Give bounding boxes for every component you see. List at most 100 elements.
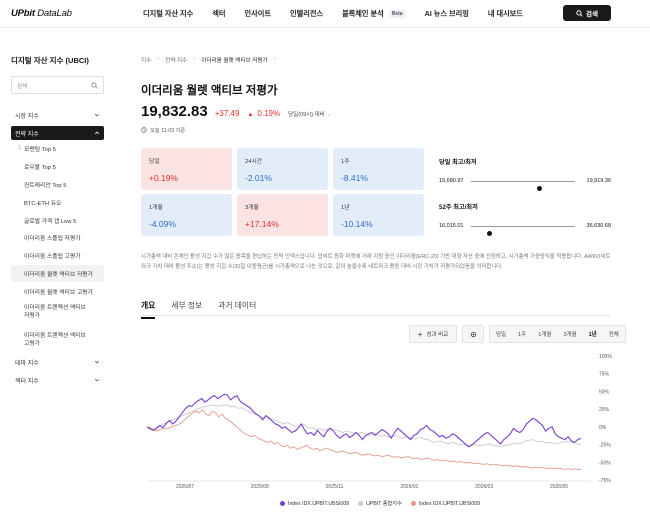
sidebar-item-eth-wallet-low[interactable]: 이더리움 월렛 액티브 저평가: [11, 264, 104, 283]
legend-swatch: [410, 501, 416, 506]
x-tick-label: 2026/05: [550, 484, 568, 490]
period-all[interactable]: 전체: [603, 326, 625, 342]
tab-history[interactable]: 과거 데이터: [218, 300, 256, 319]
y-tick-label: 25%: [599, 407, 610, 413]
year-low: 16,015.01: [439, 223, 464, 229]
period-day[interactable]: 당일: [490, 326, 512, 342]
return-card-day: 당일 +0.19%: [141, 148, 232, 190]
price-row: 19,832.83 +37.49 ▲ 0.19% 당일(09시) 대비 ⌄: [141, 103, 331, 120]
series-line-3[interactable]: [146, 409, 581, 470]
period-selector: 당일 1주 1개월 3개월 1년 전체: [489, 325, 626, 343]
series-line-1[interactable]: [146, 393, 582, 448]
basis-dropdown[interactable]: 당일(09시) 대비 ⌄: [288, 110, 331, 118]
chevron-up-icon: [94, 131, 100, 135]
nav-item-insight[interactable]: 인사이트: [245, 9, 271, 19]
top-header: UPbit DataLab 디지털 자산 지수 섹터 인사이트 인텔리전스 블록…: [0, 0, 650, 28]
y-tick-label: 50%: [599, 389, 610, 395]
nav-item-index[interactable]: 디지털 자산 지수: [143, 9, 193, 19]
index-price: 19,832.83: [141, 103, 208, 120]
tab-overview[interactable]: 개요: [141, 300, 156, 319]
sidebar-item-eth-slip-high[interactable]: 이더리움 스플립 고평가: [11, 247, 104, 265]
brand-logo[interactable]: UPbit DataLab: [11, 8, 72, 19]
return-card-1y: 1년 -10.14%: [333, 194, 424, 236]
legend-item[interactable]: Index IDX.UPBIT.UBSI009: [410, 500, 480, 507]
x-tick-label: 2025/09: [251, 484, 269, 490]
performance-chart: 100% 75% 50% 25% 0% -25% -50% -75% 2025/07 2025/0…: [146, 354, 612, 490]
nav-item-blockchain[interactable]: 블록체인 분석 Beta: [342, 9, 406, 19]
legend-item[interactable]: Index IDX.UPBIT.UBSI008: [280, 500, 349, 507]
corner-icon: └: [17, 145, 22, 152]
period-1m[interactable]: 1개월: [532, 326, 557, 342]
period-1y[interactable]: 1년: [583, 326, 603, 342]
chart-toolbar: + 성과 비교 당일 1주 1개월 3개월 1년 전체: [409, 325, 626, 343]
nav-item-ai-news[interactable]: AI 뉴스 브리핑: [425, 9, 469, 19]
sidebar-item-lowvol[interactable]: 로우볼 Top 5: [11, 158, 104, 176]
clock-icon: [141, 127, 147, 133]
sidebar-item-momentum[interactable]: └ 모멘텀 Top 5: [11, 140, 104, 158]
legend-item[interactable]: UPBIT 종합지수: [358, 500, 402, 507]
compare-button[interactable]: + 성과 비교: [409, 325, 457, 343]
index-description: 시가총액 대비 온체인 활성 지갑 수가 많은 종목을 편입하는 전략 인덱스입…: [141, 254, 611, 270]
day-high: 19,919.36: [586, 178, 611, 184]
nav-item-intelligence[interactable]: 인텔리전스: [290, 9, 323, 19]
tab-details[interactable]: 세부 정보: [171, 300, 202, 319]
chevron-right-icon: ›: [273, 56, 276, 62]
return-card-3m: 3개월 +17.14%: [237, 194, 328, 236]
chevron-down-icon: [94, 360, 100, 364]
breadcrumb-item[interactable]: 지수: [141, 56, 151, 64]
y-tick-label: 75%: [599, 372, 610, 378]
sidebar-item-eth-tx-high[interactable]: 이더리움 트랜잭션 액티브 고평가: [11, 328, 91, 352]
sidebar-section-sector[interactable]: 섹터 지수: [11, 373, 104, 387]
period-3m[interactable]: 3개월: [557, 326, 582, 342]
return-card-24h: 24시간 -2.01%: [237, 148, 328, 190]
day-range-track: [471, 181, 575, 191]
sidebar-section-market[interactable]: 시장 지수: [11, 108, 104, 122]
breadcrumb-item[interactable]: 전략 지수: [165, 56, 187, 64]
plus-icon: +: [417, 329, 423, 339]
return-card-1m: 1개월 -4.09%: [141, 194, 232, 236]
nav-item-sector[interactable]: 섹터: [212, 9, 225, 19]
legend-swatch: [358, 501, 364, 506]
y-tick-label: -25%: [599, 443, 611, 449]
return-card-1w: 1주 -8.41%: [333, 148, 424, 190]
search-button[interactable]: 검색: [563, 5, 611, 21]
up-arrow-icon: ▲: [247, 112, 254, 118]
x-tick-label: 2025/11: [326, 484, 344, 490]
beta-badge: Beta: [388, 10, 406, 18]
chart-legend: Index IDX.UPBIT.UBSI008 UPBIT 종합지수 Index…: [280, 500, 480, 507]
tabs-divider: [141, 315, 611, 316]
y-tick-label: 100%: [599, 354, 612, 360]
sidebar-item-eth-slip-low[interactable]: 이더리움 스플립 저평가: [11, 229, 104, 247]
sidebar-item-eth-wallet-high[interactable]: 이더리움 월렛 액티브 고평가: [11, 282, 104, 300]
x-tick-label: 2025/07: [176, 484, 194, 490]
breadcrumb: 지수 › 전략 지수 › 이더리움 월렛 액티브 저평가 ›: [141, 56, 275, 64]
main-nav: 디지털 자산 지수 섹터 인사이트 인텔리전스 블록체인 분석 Beta AI 뉴…: [143, 9, 542, 19]
year-range-track: [471, 226, 575, 236]
sidebar-item-contrarian[interactable]: 컨트래리안 Top 5: [11, 176, 104, 194]
y-tick-label: 0%: [599, 425, 607, 431]
year-range: 52주 최고/최저 16,015.01 36,630.68: [439, 202, 611, 236]
price-change: +37.49: [214, 109, 240, 118]
sidebar: 디지털 자산 지수 (UBCI) 검색 시장 지수 전략 지수 └ 모멘텀 Top…: [11, 55, 104, 387]
gear-icon: [470, 331, 476, 337]
x-tick-label: 2026/01: [400, 484, 418, 490]
sidebar-item-eth-tx-low[interactable]: 이더리움 트랜잭션 액티브 저평가: [11, 300, 91, 324]
sidebar-item-price-gap[interactable]: 글로벌 가격 갭 Low 5: [11, 211, 104, 229]
sidebar-section-theme[interactable]: 테마 지수: [11, 355, 104, 369]
year-range-marker: [487, 231, 493, 236]
sidebar-section-strategy[interactable]: 전략 지수: [11, 126, 104, 140]
sidebar-item-btc-eth[interactable]: BTC-ETH 듀오: [11, 193, 104, 211]
year-high: 36,630.68: [586, 223, 611, 229]
chart-settings-button[interactable]: [462, 325, 484, 343]
x-tick-label: 2026/03: [475, 484, 493, 490]
period-1w[interactable]: 1주: [512, 326, 532, 342]
day-range: 당일 최고/최저 19,680.97 19,919.36: [439, 157, 611, 191]
sidebar-search-input[interactable]: 검색: [11, 76, 104, 94]
day-range-marker: [537, 186, 543, 191]
search-icon: [91, 82, 98, 89]
chevron-down-icon: ⌄: [326, 112, 331, 118]
nav-item-dashboard[interactable]: 내 대시보드: [488, 9, 523, 19]
chevron-down-icon: [94, 378, 100, 382]
page-title: 이더리움 월렛 액티브 저평가: [141, 85, 278, 97]
chevron-down-icon: [94, 113, 100, 117]
